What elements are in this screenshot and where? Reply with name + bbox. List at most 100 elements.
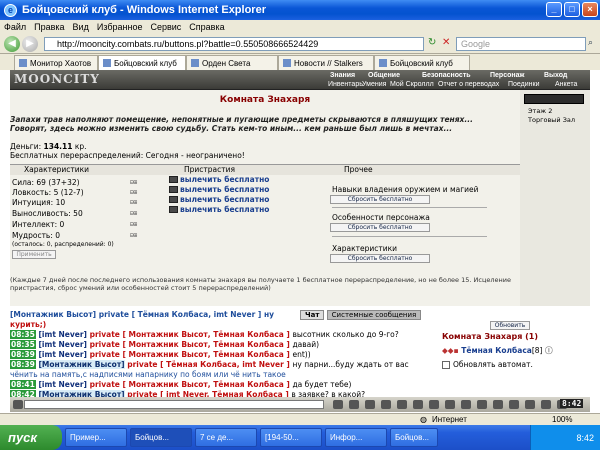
menu-view[interactable]: Вид bbox=[73, 22, 89, 32]
tab-combats[interactable]: Бойцовский клуб bbox=[374, 55, 470, 70]
menu-inventory[interactable]: Инвентарь bbox=[328, 81, 363, 88]
menu-profile[interactable]: Анкета bbox=[555, 81, 577, 88]
chat-tabs: Чат Системные сообщения bbox=[300, 310, 437, 321]
page-icon bbox=[103, 59, 111, 67]
browser-tabs: Монитор Хаотов Бойцовский клуб Орден Све… bbox=[0, 54, 600, 70]
stat-agility: Ловкость: 5 (12-7) bbox=[12, 188, 84, 197]
menu-help[interactable]: Справка bbox=[189, 22, 224, 32]
menu-communication[interactable]: Общение bbox=[368, 72, 400, 79]
toolbar-icon[interactable] bbox=[429, 400, 439, 409]
stat-wisdom: Мудрость: 0 bbox=[12, 231, 61, 240]
tab-combats-active[interactable]: Бойцовский клуб bbox=[98, 55, 186, 70]
stat-plus-minus-buttons[interactable]: ⊟⊞ bbox=[130, 199, 137, 206]
money-row: Деньги: 134.11 кр. bbox=[10, 142, 87, 151]
toolbar-icon[interactable] bbox=[349, 400, 359, 409]
menu-scroll[interactable]: Мой Скроллл bbox=[390, 81, 434, 88]
reset-features-button[interactable]: Сбросить бесплатно bbox=[330, 223, 430, 232]
toolbar-icon[interactable] bbox=[541, 400, 551, 409]
menu-edit[interactable]: Правка bbox=[34, 22, 64, 32]
back-button[interactable]: ◀ bbox=[4, 36, 20, 52]
addiction-icon bbox=[169, 176, 178, 183]
checkbox[interactable] bbox=[442, 360, 450, 369]
toolbar-icon[interactable] bbox=[381, 400, 391, 409]
stat-endurance: Выносливость: 50 bbox=[12, 209, 83, 218]
window-titlebar: e Бойцовский клуб - Windows Internet Exp… bbox=[0, 0, 600, 20]
addictions-header: Пристрастия bbox=[170, 164, 330, 175]
chat-tools bbox=[330, 400, 570, 409]
toolbar-icon[interactable] bbox=[13, 400, 23, 409]
address-bar: ◀ ▶ http://mooncity.combats.ru/buttons.p… bbox=[0, 34, 600, 54]
task-item[interactable]: Бойцов... bbox=[390, 428, 438, 447]
toolbar-icon[interactable] bbox=[509, 400, 519, 409]
tab-system-messages[interactable]: Системные сообщения bbox=[326, 310, 422, 320]
toolbar-icon[interactable] bbox=[413, 400, 423, 409]
clan-icon: ◆◆▪ bbox=[442, 346, 459, 355]
apply-button[interactable]: Применить bbox=[12, 250, 56, 259]
tab-monitor[interactable]: Монитор Хаотов bbox=[14, 55, 98, 70]
menu-file[interactable]: Файл bbox=[4, 22, 26, 32]
chat-message-input[interactable] bbox=[24, 400, 324, 409]
page-icon bbox=[283, 59, 291, 67]
menu-character[interactable]: Персонаж bbox=[490, 72, 524, 79]
auto-refresh-toggle[interactable]: Обновлять автомат. bbox=[442, 360, 533, 369]
toolbar-icon[interactable] bbox=[333, 400, 343, 409]
reset-skills-button[interactable]: Сбросить бесплатно bbox=[330, 195, 430, 204]
stat-plus-minus-buttons[interactable]: ⊟⊞ bbox=[130, 179, 137, 186]
forward-button[interactable]: ▶ bbox=[22, 36, 38, 52]
task-item[interactable]: Пример... bbox=[65, 428, 127, 447]
navigation-panel: Этаж 2 Торговый Зал bbox=[520, 90, 590, 306]
toolbar-icon[interactable] bbox=[493, 400, 503, 409]
toolbar-icon[interactable] bbox=[445, 400, 455, 409]
info-icon[interactable]: ⓘ bbox=[545, 346, 553, 355]
stat-intellect: Интеллект: 0 bbox=[12, 220, 65, 229]
refresh-button[interactable]: Обновить bbox=[490, 321, 530, 330]
menu-tools[interactable]: Сервис bbox=[150, 22, 181, 32]
menu-exit[interactable]: Выход bbox=[544, 72, 567, 79]
minimize-button[interactable]: _ bbox=[546, 2, 562, 17]
toolbar-icon[interactable] bbox=[365, 400, 375, 409]
heal-addiction-link[interactable]: вылечить бесплатно bbox=[169, 195, 269, 204]
toolbar-icon[interactable] bbox=[397, 400, 407, 409]
search-input[interactable]: Google bbox=[456, 37, 586, 51]
task-item[interactable]: Бойцов... bbox=[130, 428, 192, 447]
task-item[interactable]: [194-50... bbox=[260, 428, 322, 447]
heal-addiction-link[interactable]: вылечить бесплатно bbox=[169, 205, 269, 214]
task-item[interactable]: 7 се де... bbox=[195, 428, 257, 447]
toolbar-icon[interactable] bbox=[477, 400, 487, 409]
menu-skills[interactable]: Умения bbox=[362, 81, 386, 88]
game-clock: 8:42 bbox=[560, 399, 584, 408]
stat-plus-minus-buttons[interactable]: ⊟⊞ bbox=[130, 189, 137, 196]
menu-favorites[interactable]: Избранное bbox=[97, 22, 143, 32]
toolbar-icon[interactable] bbox=[461, 400, 471, 409]
maximize-button[interactable]: □ bbox=[564, 2, 580, 17]
menu-knowledge[interactable]: Знания bbox=[330, 72, 355, 79]
stat-plus-minus-buttons[interactable]: ⊟⊞ bbox=[130, 210, 137, 217]
user-entry[interactable]: ◆◆▪ Тёмная Колбаса[8] ⓘ bbox=[442, 345, 553, 356]
heal-addiction-link[interactable]: вылечить бесплатно bbox=[169, 175, 269, 184]
menu-bar: Файл Правка Вид Избранное Сервис Справка bbox=[0, 20, 600, 34]
taskbar: пуск Пример... Бойцов... 7 се де... [194… bbox=[0, 425, 600, 450]
refresh-icon[interactable]: ↻ bbox=[428, 37, 440, 51]
url-input[interactable]: http://mooncity.combats.ru/buttons.pl?ba… bbox=[44, 37, 424, 51]
floor-link[interactable]: Этаж 2 bbox=[528, 107, 552, 115]
tab-order[interactable]: Орден Света bbox=[186, 55, 278, 70]
tab-stalkers[interactable]: Новости // Stalkers bbox=[278, 55, 374, 70]
stat-plus-minus-buttons[interactable]: ⊟⊞ bbox=[130, 232, 137, 239]
zoom-level[interactable]: 100% bbox=[552, 415, 572, 424]
reset-stats-button[interactable]: Сбросить бесплатно bbox=[330, 254, 430, 263]
start-button[interactable]: пуск bbox=[0, 425, 62, 450]
menu-battles[interactable]: Поединки bbox=[508, 81, 540, 88]
search-icon[interactable]: ⌕ bbox=[588, 38, 593, 48]
task-item[interactable]: Инфор... bbox=[325, 428, 387, 447]
menu-transfers[interactable]: Отчет о переводах bbox=[438, 81, 499, 88]
toolbar-icon[interactable] bbox=[525, 400, 535, 409]
other-header: Прочее bbox=[330, 164, 520, 175]
trade-hall-link[interactable]: Торговый Зал bbox=[528, 116, 575, 124]
menu-security[interactable]: Безопасность bbox=[422, 72, 471, 79]
heal-addiction-link[interactable]: вылечить бесплатно bbox=[169, 185, 269, 194]
tab-chat[interactable]: Чат bbox=[300, 310, 325, 320]
stat-plus-minus-buttons[interactable]: ⊟⊞ bbox=[130, 221, 137, 228]
characteristics-label: Характеристики bbox=[332, 244, 398, 253]
close-button[interactable]: × bbox=[582, 2, 598, 17]
stop-icon[interactable]: ✕ bbox=[442, 37, 454, 51]
